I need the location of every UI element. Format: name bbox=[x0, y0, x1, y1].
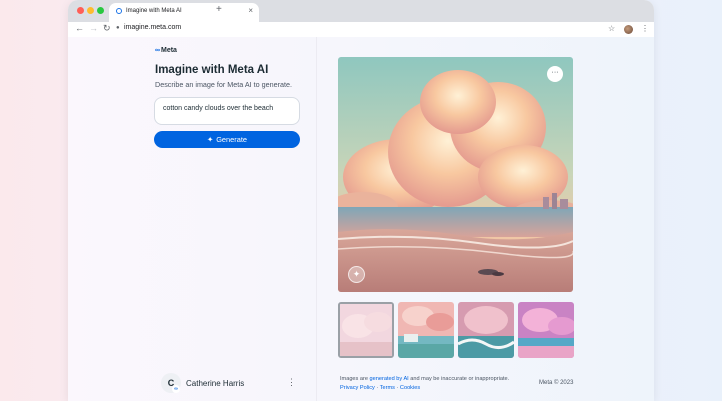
notice-prefix: Images are bbox=[340, 376, 368, 382]
meta-infinity-icon: ∞ bbox=[155, 47, 160, 54]
thumbnail-1-image bbox=[340, 304, 392, 356]
close-window-icon[interactable] bbox=[77, 7, 84, 14]
footer-notice: Images are generated by AI and may be in… bbox=[340, 375, 509, 393]
address-bar-row: ← → ↻ ● imagine.meta.com ☆ ⋮ bbox=[68, 22, 654, 38]
browser-window: Imagine with Meta AI × + ← → ↻ ● imagine… bbox=[68, 0, 654, 401]
minimize-window-icon[interactable] bbox=[87, 7, 94, 14]
cookies-link[interactable]: Cookies bbox=[400, 385, 420, 391]
privacy-policy-link[interactable]: Privacy Policy bbox=[340, 385, 375, 391]
meta-logo-text: Meta bbox=[161, 47, 177, 54]
notice-suffix: and may be inaccurate or inappropriate. bbox=[410, 376, 510, 382]
thumbnail-4[interactable] bbox=[518, 302, 574, 358]
generated-by-ai-link[interactable]: generated by AI bbox=[370, 376, 409, 382]
thumbnail-2-image bbox=[398, 302, 454, 358]
left-panel: ∞Meta Imagine with Meta AI Describe an i… bbox=[68, 37, 317, 401]
thumbnail-1[interactable] bbox=[338, 302, 394, 358]
meta-logo[interactable]: ∞Meta bbox=[155, 47, 177, 54]
terms-link[interactable]: Terms bbox=[380, 385, 395, 391]
generate-button[interactable]: ✦ Generate bbox=[154, 131, 300, 148]
favicon-icon bbox=[116, 8, 122, 14]
more-options-button[interactable]: ··· bbox=[547, 66, 563, 82]
thumbnail-3-image bbox=[458, 302, 514, 358]
user-name: Catherine Harris bbox=[186, 379, 245, 388]
prompt-input[interactable]: cotton candy clouds over the beach bbox=[154, 97, 300, 125]
page-title: Imagine with Meta AI bbox=[155, 64, 269, 76]
new-tab-button[interactable]: + bbox=[216, 4, 222, 15]
ai-generated-icon[interactable]: ✦ bbox=[348, 266, 365, 283]
url-field[interactable]: imagine.meta.com bbox=[124, 24, 181, 31]
page-content: ∞Meta Imagine with Meta AI Describe an i… bbox=[68, 37, 654, 401]
profile-avatar-icon[interactable] bbox=[624, 25, 633, 34]
generate-label: Generate bbox=[216, 135, 248, 144]
user-avatar[interactable]: C ∞ bbox=[161, 373, 181, 393]
forward-arrow-icon[interactable]: → bbox=[89, 23, 98, 33]
user-menu-icon[interactable]: ⋮ bbox=[287, 377, 296, 388]
tab-bar: Imagine with Meta AI × + bbox=[68, 0, 654, 22]
sparkle-icon: ✦ bbox=[206, 135, 214, 144]
browser-menu-icon[interactable]: ⋮ bbox=[641, 24, 649, 33]
tab-title: Imagine with Meta AI bbox=[126, 8, 182, 14]
thumbnail-2[interactable] bbox=[398, 302, 454, 358]
prompt-text: cotton candy clouds over the beach bbox=[163, 105, 274, 112]
generated-image[interactable]: ··· ✦ bbox=[338, 57, 573, 292]
copyright: Meta © 2023 bbox=[539, 380, 574, 386]
back-arrow-icon[interactable]: ← bbox=[75, 23, 84, 33]
beach-clouds-illustration bbox=[338, 57, 573, 292]
reload-icon[interactable]: ↻ bbox=[103, 23, 111, 34]
thumbnail-4-image bbox=[518, 302, 574, 358]
page-subtitle: Describe an image for Meta AI to generat… bbox=[155, 80, 293, 89]
browser-tab[interactable]: Imagine with Meta AI × bbox=[109, 3, 259, 22]
bookmark-star-icon[interactable]: ☆ bbox=[608, 24, 615, 33]
meta-badge-icon: ∞ bbox=[172, 385, 180, 393]
lock-icon: ● bbox=[116, 25, 120, 31]
maximize-window-icon[interactable] bbox=[97, 7, 104, 14]
thumbnail-3[interactable] bbox=[458, 302, 514, 358]
tab-close-icon[interactable]: × bbox=[248, 6, 253, 15]
